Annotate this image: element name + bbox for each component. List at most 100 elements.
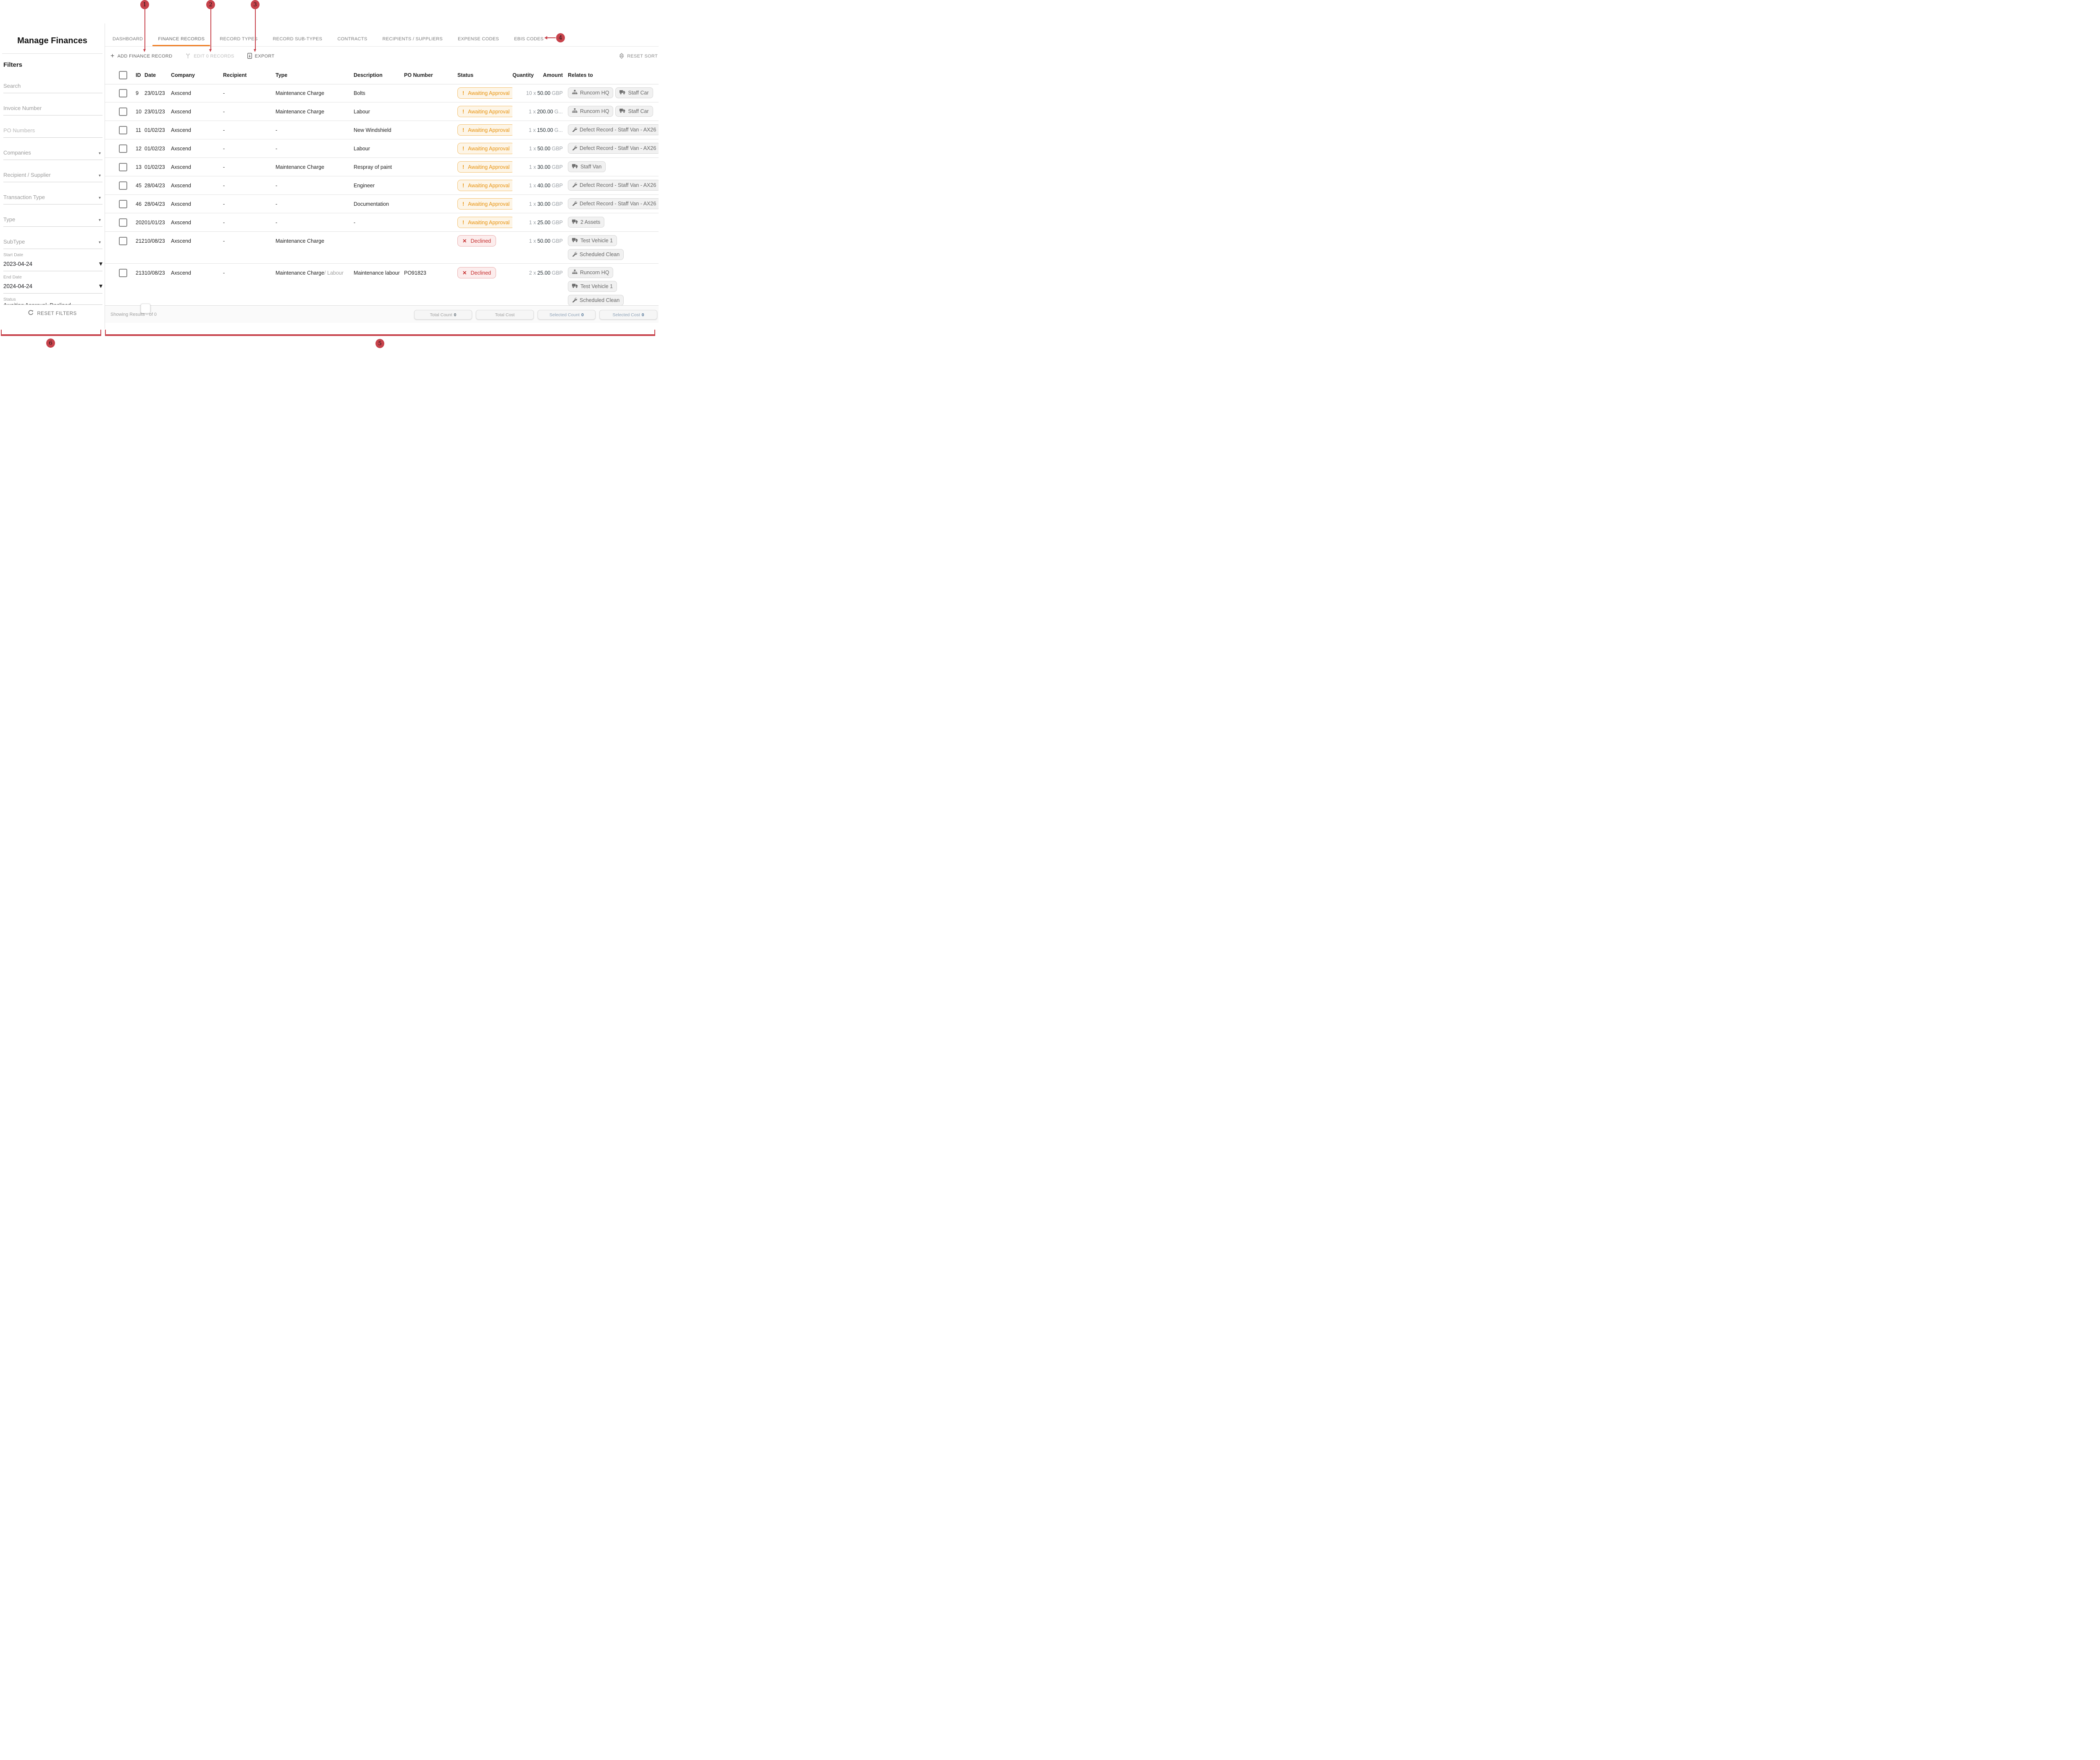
relates-chip[interactable]: Defect Record - Staff Van - AX26	[568, 124, 659, 135]
summary-chip-total-cost: Total Cost	[476, 310, 534, 320]
cell-amount: 1 x200.00G...	[512, 102, 563, 121]
date-filter-fields: Start Date2023-04-24▾End Date2024-04-24▾…	[3, 249, 102, 305]
row-checkbox[interactable]	[119, 89, 127, 97]
table-row: 4628/04/23Axscend--Documentation!Awaitin…	[105, 195, 659, 213]
row-checkbox[interactable]	[119, 200, 127, 208]
add-finance-record-button[interactable]: + ADD FINANCE RECORD	[110, 54, 172, 59]
cell-description: Bolts	[354, 84, 404, 102]
header-description[interactable]: Description	[354, 66, 404, 84]
amount-value: 25.00	[536, 220, 551, 226]
scrollbar-thumb[interactable]	[141, 304, 150, 313]
amount-value: 30.00	[536, 201, 551, 207]
transaction-type-select[interactable]: Transaction Type▾	[3, 182, 102, 205]
relates-chip[interactable]: Runcorn HQ	[568, 106, 613, 117]
header-type[interactable]: Type	[276, 66, 354, 84]
filters-sidebar: Manage Finances Filters SearchInvoice Nu…	[0, 0, 105, 349]
subtype-select-placeholder: SubType	[3, 239, 25, 245]
status-badge: !Awaiting Approval	[457, 143, 512, 154]
quantity-value: 1 x	[529, 183, 536, 189]
row-checkbox[interactable]	[119, 218, 127, 227]
header-po-number[interactable]: PO Number	[404, 66, 457, 84]
relates-chip[interactable]: Staff Van	[568, 161, 606, 172]
reset-icon	[28, 310, 34, 317]
cell-po-number: PO91823	[404, 264, 457, 282]
header-recipient[interactable]: Recipient	[223, 66, 276, 84]
reset-sort-button[interactable]: RESET SORT	[619, 46, 658, 66]
relates-chip[interactable]: Test Vehicle 1	[568, 281, 617, 292]
tab-dashboard[interactable]: DASHBOARD	[107, 31, 148, 46]
header-date[interactable]: Date	[144, 66, 171, 84]
relates-chip[interactable]: Defect Record - Staff Van - AX26	[568, 180, 659, 191]
relates-chip[interactable]: Defect Record - Staff Van - AX26	[568, 143, 659, 154]
row-checkbox[interactable]	[119, 144, 127, 153]
subtype-select[interactable]: SubType▾	[3, 227, 102, 249]
summary-chips: Total Count0Total CostSelected Count0Sel…	[414, 310, 657, 320]
row-checkbox[interactable]	[119, 237, 127, 245]
export-button[interactable]: EXPORT	[247, 53, 275, 60]
tab-finance-records[interactable]: FINANCE RECORDS	[152, 31, 210, 46]
invoice-number-input[interactable]: Invoice Number	[3, 93, 102, 115]
annotation-line-2	[210, 9, 211, 49]
start-date-picker[interactable]: Start Date2023-04-24▾	[3, 249, 102, 271]
po-numbers-input[interactable]: PO Numbers	[3, 115, 102, 138]
header-amount[interactable]: Amount	[543, 72, 563, 78]
truck-icon	[572, 238, 578, 244]
header-status[interactable]: Status	[457, 66, 512, 84]
relates-chip[interactable]: Defect Record - Staff Van - AX26	[568, 198, 659, 209]
relates-chip[interactable]: Scheduled Clean	[568, 249, 624, 260]
recipient-supplier-select-placeholder: Recipient / Supplier	[3, 172, 51, 178]
header-relates-to[interactable]: Relates to	[568, 66, 659, 84]
row-checkbox[interactable]	[119, 181, 127, 190]
tab-record-sub-types[interactable]: RECORD SUB-TYPES	[267, 31, 328, 46]
cell-date: 01/02/23	[144, 158, 171, 176]
relates-chip-label: Test Vehicle 1	[580, 238, 613, 244]
annotation-arrow-3	[254, 49, 256, 52]
row-checkbox[interactable]	[119, 163, 127, 171]
header-id[interactable]: ID	[136, 66, 144, 84]
quantity-value: 1 x	[529, 127, 536, 133]
tab-expense-codes[interactable]: EXPENSE CODES	[452, 31, 504, 46]
quantity-value: 1 x	[529, 164, 536, 170]
end-date-picker[interactable]: End Date2024-04-24▾	[3, 271, 102, 294]
cell-recipient: -	[223, 139, 276, 157]
cell-recipient: -	[223, 232, 276, 250]
tab-recipients-suppliers[interactable]: RECIPIENTS / SUPPLIERS	[377, 31, 448, 46]
relates-chip[interactable]: Runcorn HQ	[568, 87, 613, 98]
currency-label: G...	[554, 127, 563, 133]
type-select[interactable]: Type▾	[3, 205, 102, 227]
relates-chip[interactable]: 2 Assets	[568, 217, 604, 228]
warning-icon: !	[462, 90, 464, 96]
relates-chip[interactable]: Test Vehicle 1	[568, 235, 617, 246]
recipient-supplier-select[interactable]: Recipient / Supplier▾	[3, 160, 102, 182]
status-select[interactable]: StatusAwaiting Approval, Declined	[3, 294, 102, 305]
relates-chip[interactable]: Scheduled Clean	[568, 295, 624, 306]
search-input[interactable]: Search	[3, 71, 102, 93]
header-quantity[interactable]: Quantity	[512, 72, 534, 78]
cell-date: 10/08/23	[144, 232, 171, 250]
status-badge: !Awaiting Approval	[457, 124, 512, 136]
companies-select[interactable]: Companies▾	[3, 138, 102, 160]
row-checkbox[interactable]	[119, 269, 127, 277]
cell-recipient: -	[223, 195, 276, 213]
row-checkbox[interactable]	[119, 126, 127, 134]
cell-company: Axscend	[171, 213, 223, 231]
tab-record-types[interactable]: RECORD TYPES	[214, 31, 263, 46]
page-title: Manage Finances	[0, 36, 105, 46]
cell-id: 10	[136, 102, 144, 121]
cell-relates-to: Runcorn HQStaff Car	[568, 84, 659, 102]
row-checkbox[interactable]	[119, 108, 127, 116]
cell-po-number	[404, 121, 457, 139]
relates-chip[interactable]: Staff Car	[615, 87, 653, 98]
select-all-checkbox[interactable]	[119, 71, 127, 79]
reset-filters-button[interactable]: RESET FILTERS	[0, 310, 105, 317]
cell-subtype: / Labour	[324, 270, 344, 276]
warning-icon: !	[462, 164, 464, 170]
chevron-down-icon: ▾	[99, 196, 102, 200]
relates-chip[interactable]: Runcorn HQ	[568, 267, 613, 278]
header-company[interactable]: Company	[171, 66, 223, 84]
tab-contracts[interactable]: CONTRACTS	[332, 31, 373, 46]
relates-chip-label: Staff Van	[580, 164, 601, 170]
tab-ebis-codes[interactable]: EBIS CODES	[509, 31, 549, 46]
relates-chip[interactable]: Staff Car	[615, 106, 653, 117]
edit-records-button[interactable]: EDIT 0 RECORDS	[185, 53, 234, 60]
